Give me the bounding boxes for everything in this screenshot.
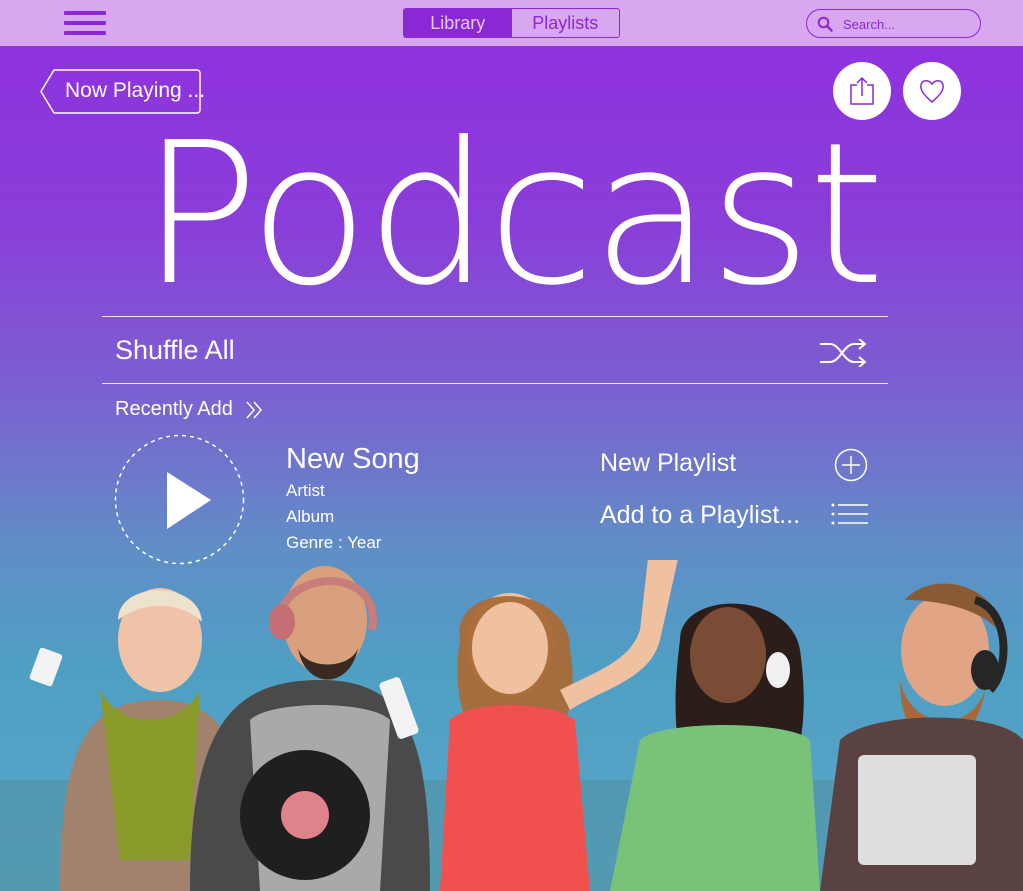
- search-box[interactable]: [806, 9, 981, 38]
- now-playing-label: Now Playing ...: [65, 79, 206, 102]
- chevrons-right-icon: [246, 401, 262, 418]
- menu-icon[interactable]: [64, 11, 108, 37]
- tab-library[interactable]: Library: [404, 9, 512, 37]
- view-tabs: Library Playlists: [403, 8, 620, 38]
- play-button[interactable]: [114, 434, 245, 565]
- recently-added-label: Recently Add: [115, 398, 233, 420]
- heart-icon: [920, 80, 944, 103]
- tab-playlists[interactable]: Playlists: [512, 9, 620, 37]
- song-title: New Song: [286, 443, 420, 475]
- shuffle-all-button[interactable]: Shuffle All: [102, 317, 888, 383]
- search-input[interactable]: [841, 14, 975, 34]
- new-playlist-link[interactable]: New Playlist: [600, 449, 736, 478]
- play-icon: [114, 434, 245, 565]
- person-5: [820, 583, 1023, 891]
- divider: [102, 383, 888, 384]
- hero-photo: [0, 560, 1023, 891]
- podcast-app: Library Playlists Now Playing ... Podcas…: [0, 0, 1023, 891]
- song-artist: Artist: [286, 481, 325, 500]
- search-icon: [817, 16, 833, 32]
- recently-added-link[interactable]: Recently Add: [115, 398, 263, 421]
- add-to-playlist-link[interactable]: Add to a Playlist...: [600, 501, 800, 530]
- top-bar: Library Playlists: [0, 0, 1023, 46]
- song-genre-year: Genre : Year: [286, 533, 382, 552]
- shuffle-icon: [820, 339, 867, 367]
- shuffle-label: Shuffle All: [115, 335, 235, 365]
- person-2: [190, 566, 430, 891]
- plus-circle-icon[interactable]: [834, 448, 868, 482]
- page-title: Podcast: [140, 101, 885, 329]
- list-icon[interactable]: [831, 503, 869, 525]
- song-album: Album: [286, 507, 335, 526]
